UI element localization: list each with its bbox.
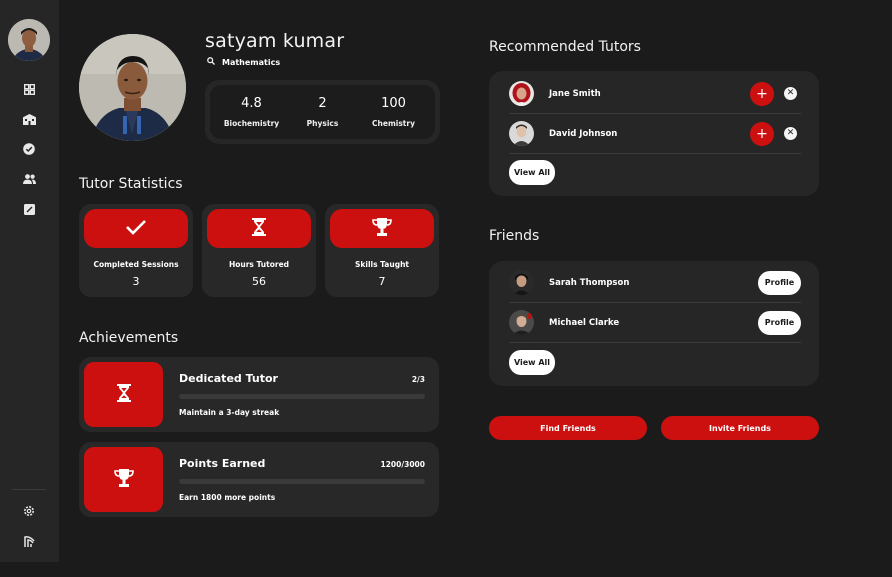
school-icon[interactable] [21,111,37,127]
stat-biochemistry: 4.8 Biochemistry [217,96,287,128]
hours-tutored-button[interactable] [207,209,311,248]
tutor-statistics-title: Tutor Statistics [79,176,183,192]
skills-taught-card: Skills Taught 7 [325,204,439,297]
view-profile-button[interactable]: Profile [758,270,801,295]
friend-name: Michael Clarke [549,317,620,328]
hours-tutored-card: Hours Tutored 56 [202,204,316,297]
invite-friends-button[interactable]: Invite Friends [661,416,819,440]
achievement-title: Dedicated Tutor [179,372,278,385]
logout-icon[interactable] [21,533,37,549]
stat-label: Physics [306,119,339,128]
achievement-progress-text: 2/3 [411,375,425,384]
stat-label: Biochemistry [223,119,280,128]
achievement-description: Earn 1800 more points [179,493,276,502]
user-name: satyam kumar [205,30,345,52]
stat-card-value: 7 [378,275,386,288]
trophy-icon [113,468,134,491]
hourglass-icon [252,217,266,240]
subject-row: Mathematics [207,57,280,67]
stat-label: Chemistry [372,119,415,128]
tutor-row: David Johnson + ✕ [509,114,801,154]
sidebar-avatar[interactable] [8,19,50,61]
stat-card-value: 3 [132,275,140,288]
friends-panel: Sarah Thompson Profile Michael Clarke Pr… [489,261,819,386]
tutor-name: David Johnson [549,128,618,139]
tutor-name: Jane Smith [549,88,601,99]
subject-label: Mathematics [222,57,281,67]
add-tutor-button[interactable]: + [750,121,774,146]
friend-row: Sarah Thompson Profile [509,263,801,303]
stat-card-label: Skills Taught [354,260,410,269]
view-profile-button[interactable]: Profile [758,310,801,335]
achievement-card: Dedicated Tutor 2/3 Maintain a 3-day str… [79,357,439,432]
close-icon[interactable]: ✕ [784,87,797,100]
dashboard-icon[interactable] [21,81,37,97]
recommended-tutors-panel: Jane Smith + ✕ David Johnson + ✕ View Al… [489,71,819,196]
achievements-title: Achievements [79,330,179,346]
sidebar-divider [12,489,46,490]
friend-row: Michael Clarke Profile [509,303,801,343]
achievement-icon-tile [84,447,163,512]
achievement-progress-text: 1200/3000 [380,460,426,469]
checkmark-icon [125,219,147,239]
stat-physics: 2 Physics [288,96,358,128]
sidebar [0,0,59,562]
stat-card-label: Hours Tutored [228,260,290,269]
avatar [509,121,534,146]
settings-icon[interactable] [21,503,37,519]
achievement-progress-bar [179,479,425,484]
skills-taught-button[interactable] [330,209,434,248]
stat-card-value: 56 [252,275,266,288]
stat-value: 2 [318,96,327,111]
profile-stats: 4.8 Biochemistry 2 Physics 100 Chemistry [205,80,440,144]
search-icon [207,57,215,67]
friend-name: Sarah Thompson [549,277,630,288]
stat-value: 100 [381,96,406,111]
stat-chemistry: 100 Chemistry [359,96,429,128]
achievement-title: Points Earned [179,457,266,470]
completed-sessions-button[interactable] [84,209,188,248]
stat-value: 4.8 [241,96,262,111]
completed-sessions-card: Completed Sessions 3 [79,204,193,297]
achievement-progress-bar [179,394,425,399]
trophy-icon [372,217,392,240]
avatar [509,81,534,106]
find-friends-button[interactable]: Find Friends [489,416,647,440]
avatar [509,270,534,295]
verified-icon[interactable] [21,141,37,157]
close-icon[interactable]: ✕ [784,127,797,140]
achievement-icon-tile [84,362,163,427]
achievement-card: Points Earned 1200/3000 Earn 1800 more p… [79,442,439,517]
stat-card-label: Completed Sessions [93,260,179,269]
people-icon[interactable] [21,171,37,187]
view-all-tutors-button[interactable]: View All [509,160,555,185]
assignment-icon[interactable] [21,201,37,217]
profile-photo [79,34,186,141]
recommended-tutors-title: Recommended Tutors [489,39,641,55]
hourglass-icon [116,383,131,406]
achievement-description: Maintain a 3-day streak [179,408,280,417]
add-tutor-button[interactable]: + [750,81,774,106]
avatar [509,310,534,335]
friends-title: Friends [489,228,540,244]
view-all-friends-button[interactable]: View All [509,350,555,375]
tutor-row: Jane Smith + ✕ [509,74,801,114]
